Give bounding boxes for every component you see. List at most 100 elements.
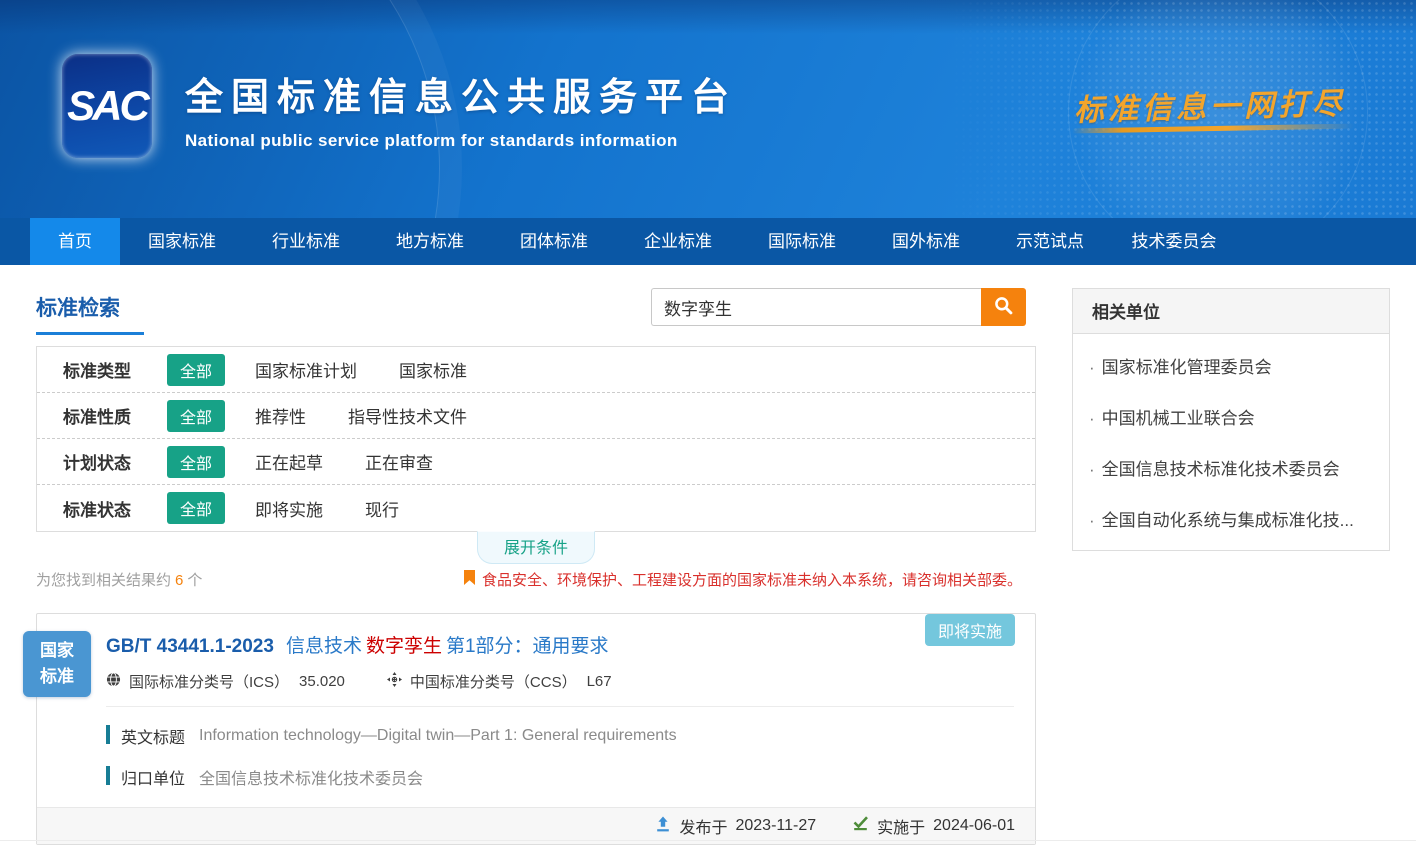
filter-all-button[interactable]: 全部 (167, 492, 225, 524)
standard-title-pre[interactable]: 信息技术 (286, 636, 362, 657)
related-unit-label: 全国信息技术标准化技术委员会 (1102, 460, 1340, 479)
filter-all-button[interactable]: 全部 (167, 400, 225, 432)
result-count-suffix: 个 (187, 572, 202, 589)
search-input[interactable] (651, 288, 981, 326)
filter-option[interactable]: 现行 (365, 496, 399, 521)
card-divider (106, 706, 1014, 707)
standard-title-link[interactable]: GB/T 43441.1-2023 信息技术数字孪生第1部分：通用要求 (106, 631, 1015, 658)
compass-icon (387, 672, 410, 691)
page-title: 标准检索 (36, 288, 120, 336)
section-title-underline (36, 332, 144, 335)
committee-value: 全国信息技术标准化技术委员会 (199, 765, 423, 789)
filter-option[interactable]: 指导性技术文件 (348, 403, 467, 428)
ics-meta: 国际标准分类号（ICS） 35.020 (106, 671, 345, 692)
standard-code[interactable]: GB/T 43441.1-2023 (106, 636, 274, 657)
filter-label: 标准类型 (63, 357, 167, 382)
site-title: 全国标准信息公共服务平台 (185, 66, 737, 121)
nav-tab-local-standards[interactable]: 地方标准 (368, 218, 492, 265)
english-title-row: 英文标题 Information technology—Digital twin… (106, 724, 1015, 748)
header-slogan: 标准信息一网打尽 (1073, 78, 1346, 129)
nav-tab-international-standards[interactable]: 国际标准 (740, 218, 864, 265)
bottom-divider (0, 840, 1416, 841)
list-bullet: · (1089, 460, 1095, 479)
sac-logo-text: SAC (67, 82, 147, 130)
nav-tab-national-standards[interactable]: 国家标准 (120, 218, 244, 265)
filter-all-button[interactable]: 全部 (167, 446, 225, 478)
nav-tab-enterprise-standards[interactable]: 企业标准 (616, 218, 740, 265)
card-footer: 发布于 2023-11-27 实施于 2024-06-01 (37, 807, 1035, 844)
main-column: 标准检索 标准类型 全部 国家标准计划 国家标准 (36, 288, 1036, 845)
related-unit-item[interactable]: · 全国信息技术标准化技术委员会 (1073, 442, 1389, 493)
search-icon (994, 296, 1013, 318)
standard-title-post[interactable]: 第1部分：通用要求 (446, 636, 609, 657)
filter-row-standard-nature: 标准性质 全部 推荐性 指导性技术文件 (37, 393, 1035, 439)
check-icon (852, 816, 869, 836)
card-meta-row: 国际标准分类号（ICS） 35.020 中国标准分类号（CCS） L67 (106, 671, 1015, 692)
filter-option[interactable]: 正在审查 (365, 449, 433, 474)
filter-option[interactable]: 即将实施 (255, 496, 323, 521)
filter-panel: 标准类型 全部 国家标准计划 国家标准 标准性质 全部 推荐性 指导性技术文件 … (36, 346, 1036, 532)
card-head: GB/T 43441.1-2023 信息技术数字孪生第1部分：通用要求 即将实施 (37, 614, 1035, 658)
filter-option[interactable]: 国家标准 (399, 357, 467, 382)
nav-tab-industry-standards[interactable]: 行业标准 (244, 218, 368, 265)
publish-date: 2023-11-27 (735, 817, 816, 835)
implement-label: 实施于 (877, 814, 925, 838)
english-title-value: Information technology—Digital twin—Part… (199, 727, 677, 745)
list-bullet: · (1089, 358, 1095, 377)
ics-value: 35.020 (299, 673, 345, 690)
results-info-row: 为您找到相关结果约6个 食品安全、环境保护、工程建设方面的国家标准未纳入本系统，… (36, 568, 1036, 590)
implement-date: 2024-06-01 (933, 817, 1015, 835)
related-units-panel: 相关单位 ·国家标准化管理委员会 ·中国机械工业联合会 ·全国信息技术标准化技术… (1072, 288, 1390, 551)
committee-row: 归口单位 全国信息技术标准化技术委员会 (106, 765, 1015, 789)
row-accent-bar (106, 725, 110, 744)
publish-date-item: 发布于 2023-11-27 (655, 814, 816, 838)
filter-label: 标准性质 (63, 403, 167, 428)
related-unit-item[interactable]: ·中国机械工业联合会 (1073, 391, 1389, 442)
bookmark-icon (464, 570, 482, 589)
nav-tab-group-standards[interactable]: 团体标准 (492, 218, 616, 265)
related-unit-item[interactable]: · 全国自动化系统与集成标准化技... (1073, 493, 1389, 544)
badge-line2: 标准 (40, 664, 74, 690)
result-count: 为您找到相关结果约6个 (36, 569, 202, 590)
globe-icon (106, 672, 129, 691)
related-units-list: · 国家标准化管理委员会 ·中国机械工业联合会 · 全国信息技术标准化技术委员会 ·… (1073, 334, 1389, 550)
ics-label: 国际标准分类号（ICS） (129, 671, 289, 692)
nav-tabs: 首页 国家标准 行业标准 地方标准 团体标准 企业标准 国际标准 国外标准 示范… (0, 218, 1416, 265)
related-unit-item[interactable]: · 国家标准化管理委员会 (1073, 340, 1389, 391)
filter-option[interactable]: 推荐性 (255, 403, 306, 428)
nav-tab-pilot[interactable]: 示范试点 (988, 218, 1112, 265)
publish-icon (655, 816, 671, 837)
list-bullet: · (1089, 511, 1095, 530)
expand-conditions-wrap: 展开条件 (36, 532, 1036, 559)
title-block: 全国标准信息公共服务平台 National public service pla… (185, 66, 737, 151)
ccs-label: 中国标准分类号（CCS） (410, 671, 577, 692)
filter-row-plan-status: 计划状态 全部 正在起草 正在审查 (37, 439, 1035, 485)
result-count-number: 6 (171, 572, 187, 589)
sac-logo[interactable]: SAC (62, 54, 152, 158)
english-title-label: 英文标题 (121, 724, 185, 748)
ccs-value: L67 (587, 673, 612, 690)
filter-row-standard-type: 标准类型 全部 国家标准计划 国家标准 (37, 347, 1035, 393)
nav-tab-foreign-standards[interactable]: 国外标准 (864, 218, 988, 265)
filter-option[interactable]: 国家标准计划 (255, 357, 357, 382)
notice-text: 食品安全、环境保护、工程建设方面的国家标准未纳入本系统，请咨询相关部委。 (482, 569, 1022, 590)
search-section: 标准检索 (36, 288, 1036, 346)
nav-tab-technical-committee[interactable]: 技术委员会 (1112, 218, 1236, 265)
filter-row-standard-status: 标准状态 全部 即将实施 现行 (37, 485, 1035, 531)
nav-tab-home[interactable]: 首页 (30, 218, 120, 265)
page-content: 标准检索 标准类型 全部 国家标准计划 国家标准 (0, 265, 1416, 845)
related-unit-label: 全国自动化系统与集成标准化技... (1102, 511, 1354, 530)
filter-all-button[interactable]: 全部 (167, 354, 225, 386)
standard-title-highlight[interactable]: 数字孪生 (362, 636, 446, 657)
filter-label: 标准状态 (63, 496, 167, 521)
result-card: 国家 标准 GB/T 43441.1-2023信息技术数字孪生第1部分：通用要求… (36, 613, 1036, 845)
publish-label: 发布于 (679, 814, 727, 838)
expand-conditions-button[interactable]: 展开条件 (477, 531, 595, 564)
related-unit-label: 国家标准化管理委员会 (1102, 358, 1272, 377)
filter-option[interactable]: 正在起草 (255, 449, 323, 474)
search-button[interactable] (981, 288, 1026, 326)
site-header: SAC 全国标准信息公共服务平台 National public service… (0, 0, 1416, 218)
implement-date-item: 实施于 2024-06-01 (852, 814, 1015, 838)
status-badge: 即将实施 (925, 614, 1015, 646)
system-notice: 食品安全、环境保护、工程建设方面的国家标准未纳入本系统，请咨询相关部委。 (464, 569, 1022, 590)
